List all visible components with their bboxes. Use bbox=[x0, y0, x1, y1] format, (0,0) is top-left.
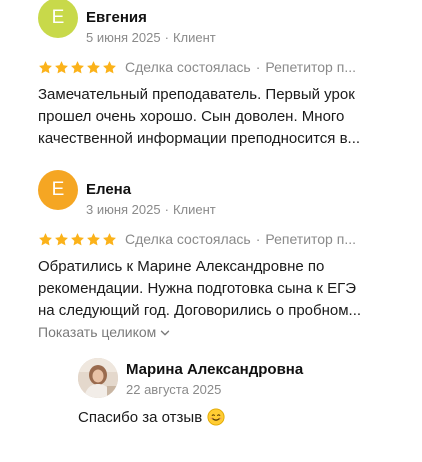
service-name: Репетитор п... bbox=[265, 59, 356, 75]
chevron-down-icon bbox=[161, 330, 170, 336]
star-icon bbox=[39, 232, 52, 245]
star-icon bbox=[87, 232, 100, 245]
star-icon bbox=[39, 60, 52, 73]
star-icon bbox=[71, 232, 84, 245]
star-icon bbox=[55, 60, 68, 73]
review-text-line: Замечательный преподаватель. Первый урок bbox=[38, 86, 355, 103]
review-text-line: качественной информации преподносится в.… bbox=[38, 130, 361, 147]
reply-date: 22 августа 2025 bbox=[126, 382, 222, 397]
star-rating bbox=[38, 60, 117, 75]
meta-separator: · bbox=[164, 202, 169, 217]
star-icon bbox=[71, 60, 84, 73]
star-icon bbox=[87, 60, 100, 73]
reply-avatar[interactable] bbox=[78, 358, 118, 398]
review-date: 3 июня 2025 bbox=[86, 202, 161, 217]
reviewer-role: Клиент bbox=[172, 202, 216, 217]
star-icon bbox=[103, 60, 116, 73]
star-icon bbox=[55, 232, 68, 245]
avatar-letter: E bbox=[51, 179, 65, 200]
reply-message: Спасибо за отзыв bbox=[78, 408, 203, 426]
person-photo-icon bbox=[78, 358, 118, 398]
rating-row: Сделка состоялась · Репетитор п... bbox=[38, 228, 388, 250]
service-name: Репетитор п... bbox=[265, 231, 356, 247]
reviewer-role: Клиент bbox=[172, 30, 216, 45]
avatar[interactable]: E bbox=[38, 0, 78, 38]
star-icon bbox=[103, 232, 116, 245]
avatar-letter: E bbox=[51, 7, 65, 28]
star-rating bbox=[38, 232, 117, 247]
review-text-line: прошел очень хорошо. Сын доволен. Много bbox=[38, 108, 345, 125]
show-full-review-link[interactable]: Показать целиком bbox=[38, 324, 170, 340]
review-text-line: Обратились к Марине Александровне по bbox=[38, 258, 325, 275]
rating-row: Сделка состоялась · Репетитор п... bbox=[38, 56, 388, 78]
deal-info: Сделка состоялась · Репетитор п... bbox=[125, 59, 356, 75]
reply-text: Спасибо за отзыв bbox=[78, 408, 225, 426]
review-card-2: E Елена 3 июня 2025 · Клиент Сделка состоя… bbox=[38, 170, 408, 340]
review-text: Обратились к Марине Александровне по рек… bbox=[38, 256, 383, 322]
meta-separator: · bbox=[255, 231, 261, 247]
review-card-1: E Евгения 5 июня 2025 · Клиент Сделка сост… bbox=[38, 0, 408, 147]
deal-status: Сделка состоялась bbox=[125, 59, 251, 75]
review-meta: 5 июня 2025 · Клиент bbox=[86, 30, 216, 45]
meta-separator: · bbox=[255, 59, 261, 75]
avatar[interactable]: E bbox=[38, 170, 78, 210]
smiling-face-icon bbox=[207, 408, 225, 426]
show-full-label: Показать целиком bbox=[38, 324, 157, 340]
review-meta: 3 июня 2025 · Клиент bbox=[86, 202, 216, 217]
reply-author-name[interactable]: Марина Александровна bbox=[126, 361, 303, 378]
review-date: 5 июня 2025 bbox=[86, 30, 161, 45]
review-text-line: рекомендации. Нужна подготовка сына к ЕГ… bbox=[38, 280, 356, 297]
reviewer-name[interactable]: Елена bbox=[86, 181, 131, 198]
meta-separator: · bbox=[164, 30, 169, 45]
review-text: Замечательный преподаватель. Первый урок… bbox=[38, 84, 383, 150]
reviewer-name[interactable]: Евгения bbox=[86, 9, 147, 26]
review-text-line: на следующий год. Договорились о пробном… bbox=[38, 302, 362, 319]
deal-status: Сделка состоялась bbox=[125, 231, 251, 247]
deal-info: Сделка состоялась · Репетитор п... bbox=[125, 231, 356, 247]
